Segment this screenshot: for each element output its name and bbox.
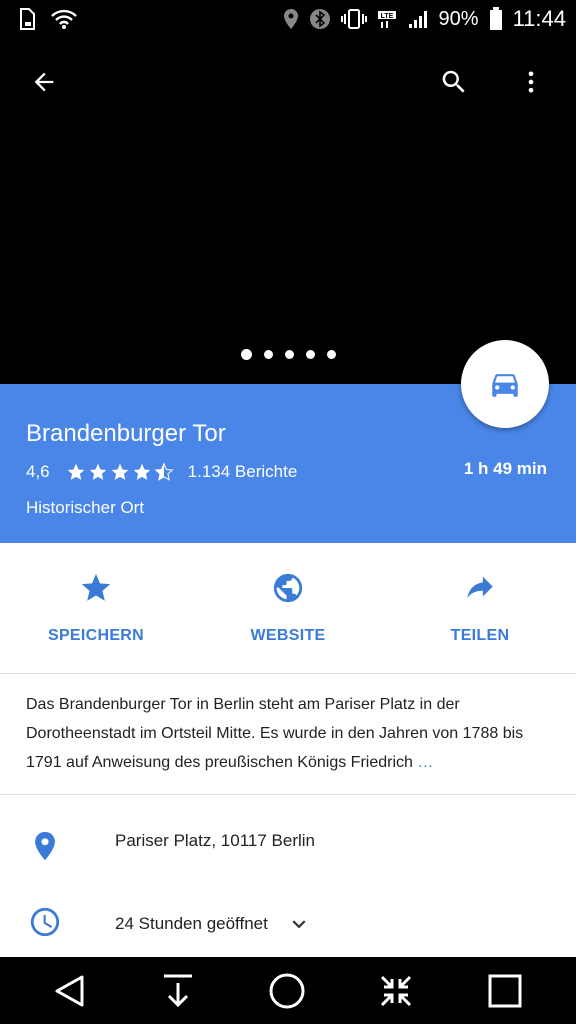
action-bar: SPEICHERN WEBSITE TEILEN xyxy=(0,543,576,674)
directions-button[interactable] xyxy=(461,340,549,428)
signal-icon xyxy=(408,11,427,28)
svg-text:LTE: LTE xyxy=(380,13,393,20)
download-icon xyxy=(164,974,192,1008)
lte-icon: LTE xyxy=(377,11,396,28)
battery-icon xyxy=(489,7,502,30)
rating-row[interactable]: 4,6 1.134 Berichte xyxy=(26,462,297,482)
photo-gallery[interactable] xyxy=(0,40,576,384)
rating-value: 4,6 xyxy=(26,462,50,481)
hours-text: 24 Stunden geöffnet xyxy=(115,914,268,933)
save-label: SPEICHERN xyxy=(47,627,145,644)
place-title: Brandenburger Tor xyxy=(26,420,226,447)
share-button[interactable]: TEILEN xyxy=(384,543,576,673)
star-full-icon xyxy=(67,463,84,480)
system-nav-bar xyxy=(0,957,576,1024)
location-icon xyxy=(283,9,298,29)
star-half-icon xyxy=(154,462,174,481)
collapse-icon xyxy=(380,975,412,1007)
back-arrow-icon xyxy=(34,72,54,92)
more-vert-icon xyxy=(528,71,534,93)
car-icon xyxy=(492,374,518,397)
search-icon xyxy=(442,70,465,93)
star-full-icon xyxy=(89,463,106,480)
save-button[interactable]: SPEICHERN xyxy=(0,543,192,673)
nav-home-button[interactable] xyxy=(265,969,309,1013)
bluetooth-icon xyxy=(309,9,330,29)
review-count: 1.134 Berichte xyxy=(187,462,298,481)
recents-square-icon xyxy=(488,974,522,1008)
nav-recents-button[interactable] xyxy=(483,969,527,1013)
rating-stars xyxy=(66,462,174,482)
website-button[interactable]: WEBSITE xyxy=(192,543,384,673)
share-icon xyxy=(467,576,493,598)
star-icon xyxy=(81,573,111,601)
nav-dual-window-button[interactable] xyxy=(374,969,418,1013)
hours-row[interactable]: 24 Stunden geöffnet xyxy=(0,900,576,950)
divider xyxy=(0,794,576,795)
website-label: WEBSITE xyxy=(250,627,326,644)
place-category: Historischer Ort xyxy=(26,498,145,517)
sim-icon xyxy=(20,8,35,30)
star-full-icon xyxy=(111,463,128,480)
nav-back-icon xyxy=(55,975,84,1007)
location-pin-icon xyxy=(35,831,55,861)
home-circle-icon xyxy=(269,973,305,1009)
description-more[interactable]: … xyxy=(417,754,433,771)
clock: 11:44 xyxy=(512,6,566,31)
status-bar: LTE 90% 11:44 xyxy=(0,0,576,40)
nav-download-button[interactable] xyxy=(156,969,200,1013)
address-text: Pariser Platz, 10117 Berlin xyxy=(115,831,316,850)
battery-percent: 90% xyxy=(438,7,479,30)
gallery-dot[interactable] xyxy=(284,350,294,359)
gallery-dot[interactable] xyxy=(326,350,336,359)
search-button[interactable] xyxy=(430,58,478,106)
globe-icon xyxy=(273,573,303,603)
address-row[interactable]: Pariser Platz, 10117 Berlin xyxy=(0,820,576,880)
wifi-icon xyxy=(51,9,77,29)
star-full-icon xyxy=(133,463,150,480)
gallery-dot[interactable] xyxy=(263,350,273,359)
more-options-button[interactable] xyxy=(507,58,555,106)
chevron-down-icon[interactable] xyxy=(286,911,312,937)
description-text: Das Brandenburger Tor in Berlin steht am… xyxy=(26,696,524,771)
vibrate-icon xyxy=(340,9,367,29)
drive-time: 1 h 49 min xyxy=(463,459,547,478)
gallery-dot[interactable] xyxy=(305,350,315,359)
back-button[interactable] xyxy=(20,58,68,106)
clock-icon xyxy=(30,907,60,937)
place-description[interactable]: Das Brandenburger Tor in Berlin steht am… xyxy=(26,690,551,777)
share-label: TEILEN xyxy=(450,627,510,644)
gallery-dot[interactable] xyxy=(240,349,252,360)
nav-back-button[interactable] xyxy=(48,969,92,1013)
